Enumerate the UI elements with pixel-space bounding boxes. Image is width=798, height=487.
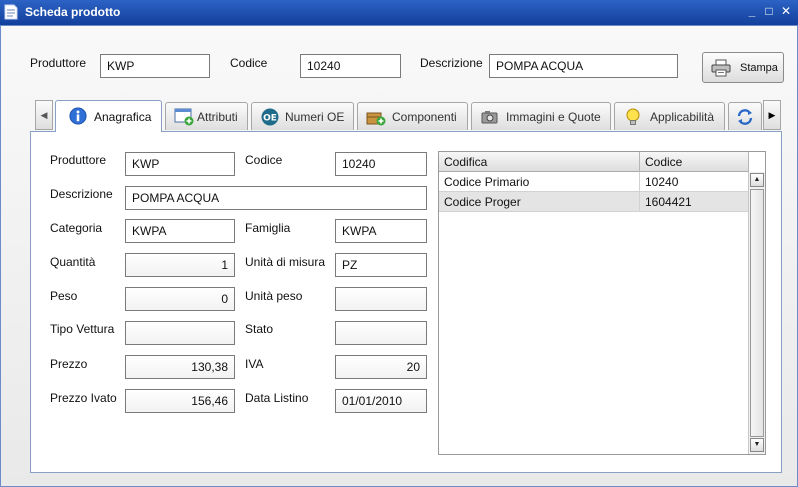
peso-label: Peso: [50, 289, 78, 303]
lightbulb-icon: [626, 108, 640, 125]
scroll-down-arrow-icon[interactable]: ▼: [750, 438, 764, 452]
iva-field[interactable]: 20: [335, 355, 427, 379]
unita-misura-field[interactable]: PZ: [335, 253, 427, 277]
maximize-button[interactable]: □: [761, 3, 777, 19]
grid-header: Codifica Codice: [439, 152, 749, 172]
codice-label: Codice: [245, 153, 283, 167]
tab-componenti[interactable]: Componenti: [357, 102, 468, 130]
header-produttore-label: Produttore: [30, 56, 87, 70]
header-codice-label: Codice: [230, 56, 268, 70]
oe-badge-icon: OE: [261, 108, 279, 126]
prezzo-ivato-field[interactable]: 156,46: [125, 389, 235, 413]
grid-row-selected[interactable]: Codice Proger 1604421: [439, 192, 749, 212]
peso-field[interactable]: 0: [125, 287, 235, 311]
tab-immagini-quote-label: Immagini e Quote: [506, 110, 601, 124]
iva-label: IVA: [245, 357, 264, 371]
oe-badge-text: OE: [263, 114, 277, 124]
stato-label: Stato: [245, 322, 274, 336]
box-add-icon: [366, 112, 386, 126]
tab-attributi-label: Attributi: [197, 110, 238, 124]
header-produttore-field[interactable]: KWP: [100, 54, 210, 78]
grid-scrollbar[interactable]: ▲ ▼: [748, 172, 765, 454]
quantita-field[interactable]: 1: [125, 253, 235, 277]
codes-grid: Codifica Codice Codice Primario 10240 Co…: [438, 151, 766, 455]
tipo-vettura-field[interactable]: [125, 321, 235, 345]
camera-icon: [481, 111, 498, 124]
famiglia-label: Famiglia: [245, 221, 291, 235]
grid-row[interactable]: Codice Primario 10240: [439, 172, 749, 192]
unita-peso-label: Unità peso: [245, 289, 303, 303]
data-listino-field[interactable]: 01/01/2010: [335, 389, 427, 413]
title-bar: Scheda prodotto _ □ ✕: [0, 0, 798, 25]
chevron-right-icon: ▶: [768, 110, 776, 120]
descrizione-field[interactable]: POMPA ACQUA: [125, 186, 427, 210]
categoria-label: Categoria: [50, 221, 103, 235]
prezzo-field[interactable]: 130,38: [125, 355, 235, 379]
quantita-label: Quantità: [50, 255, 96, 269]
grid-header-codifica[interactable]: Codifica: [439, 152, 640, 172]
tab-strip: ◀ Anagrafica Attributi OE Numeri OE Comp…: [35, 100, 781, 132]
produttore-field[interactable]: KWP: [125, 152, 235, 176]
header-descrizione-label: Descrizione: [420, 56, 483, 70]
tab-numeri-oe-label: Numeri OE: [285, 110, 345, 124]
grid-cell-codice: 10240: [640, 172, 749, 192]
grid-cell-codice: 1604421: [640, 192, 749, 212]
window-title: Scheda prodotto: [25, 5, 121, 19]
produttore-label: Produttore: [50, 153, 107, 167]
tipo-vettura-label: Tipo Vettura: [50, 322, 115, 336]
tab-anagrafica[interactable]: Anagrafica: [55, 100, 162, 132]
anagrafica-panel: Produttore KWP Codice 10240 Descrizione …: [30, 131, 782, 473]
scrollbar-thumb[interactable]: [750, 189, 764, 437]
tabs-scroll-left-button[interactable]: ◀: [35, 100, 53, 130]
tabs-scroll-right-button[interactable]: ▶: [763, 100, 781, 130]
tab-immagini-quote[interactable]: Immagini e Quote: [471, 102, 611, 130]
stato-field[interactable]: [335, 321, 427, 345]
close-button[interactable]: ✕: [778, 3, 794, 19]
print-button[interactable]: Stampa: [702, 52, 784, 83]
tab-applicabilita-label: Applicabilità: [650, 110, 715, 124]
document-icon: [4, 4, 18, 20]
tab-anagrafica-label: Anagrafica: [94, 110, 152, 124]
prezzo-ivato-label: Prezzo Ivato: [50, 391, 117, 405]
data-listino-label: Data Listino: [245, 391, 309, 405]
info-icon: [69, 107, 87, 125]
descrizione-label: Descrizione: [50, 187, 113, 201]
grid-cell-codifica: Codice Proger: [439, 192, 640, 212]
scroll-up-arrow-icon[interactable]: ▲: [750, 173, 764, 187]
refresh-icon: [737, 109, 753, 125]
header-codice-field[interactable]: 10240: [300, 54, 401, 78]
unita-peso-field[interactable]: [335, 287, 427, 311]
tab-refresh-partial[interactable]: [728, 102, 762, 130]
prezzo-label: Prezzo: [50, 357, 88, 371]
tab-attributi[interactable]: Attributi: [165, 102, 248, 130]
codice-field[interactable]: 10240: [335, 152, 427, 176]
print-button-label: Stampa: [740, 62, 778, 74]
tab-applicabilita[interactable]: Applicabilità: [614, 102, 725, 130]
window-add-icon: [174, 108, 194, 126]
famiglia-field[interactable]: KWPA: [335, 219, 427, 243]
printer-icon: [711, 59, 731, 77]
tab-componenti-label: Componenti: [392, 110, 457, 124]
grid-header-codice[interactable]: Codice: [640, 152, 749, 172]
minimize-button[interactable]: _: [744, 3, 760, 19]
categoria-field[interactable]: KWPA: [125, 219, 235, 243]
grid-cell-codifica: Codice Primario: [439, 172, 640, 192]
chevron-left-icon: ◀: [40, 110, 48, 120]
tab-numeri-oe[interactable]: OE Numeri OE: [251, 102, 354, 130]
unita-misura-label: Unità di misura: [245, 255, 326, 269]
header-descrizione-field[interactable]: POMPA ACQUA: [489, 54, 678, 78]
